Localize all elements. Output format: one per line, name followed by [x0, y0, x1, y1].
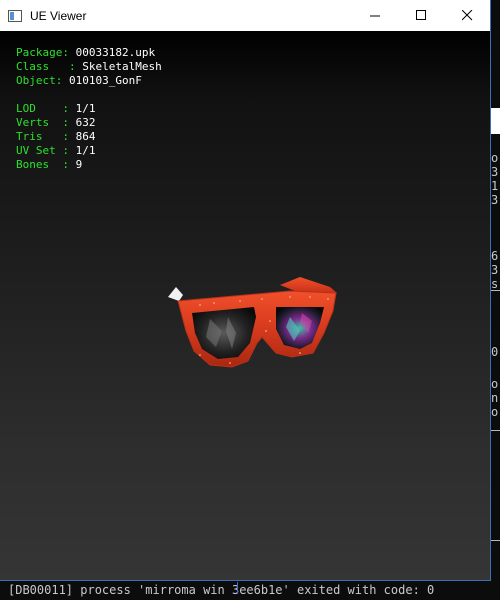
- close-icon: [461, 10, 472, 21]
- console-char: s: [491, 277, 499, 291]
- ue-viewer-window: UE Viewer Package: 00033182.upk Class : …: [0, 0, 490, 594]
- minimize-button[interactable]: [352, 0, 398, 31]
- text-cursor-mark: [237, 582, 238, 594]
- console-char: 3: [491, 193, 499, 207]
- console-char: o: [491, 151, 499, 165]
- background-console-titlebar: [490, 108, 500, 134]
- window-title: UE Viewer: [30, 8, 87, 23]
- scrollbar-line: [490, 430, 500, 431]
- app-window-icon: [8, 9, 22, 22]
- console-char: n: [491, 391, 499, 405]
- console-char: 1: [491, 179, 499, 193]
- viewport[interactable]: Package: 00033182.upk Class : SkeletalMe…: [0, 31, 490, 594]
- console-output-line: [DB00011] process 'mirroma win 3ee6b1e' …: [8, 583, 435, 597]
- maximize-icon: [415, 10, 426, 20]
- close-button[interactable]: [444, 0, 490, 31]
- maximize-button[interactable]: [398, 0, 444, 31]
- minimize-icon: [369, 15, 380, 17]
- window-controls: [352, 0, 490, 31]
- scrollbar-line: [490, 540, 500, 541]
- console-char: 3: [491, 165, 499, 179]
- console-char: 6: [491, 249, 499, 263]
- titlebar[interactable]: UE Viewer: [0, 0, 490, 31]
- sunglasses-model[interactable]: [0, 31, 490, 580]
- left-temple-tip: [168, 287, 183, 301]
- console-char: 0: [491, 345, 499, 359]
- console-char: o: [491, 405, 499, 419]
- console-char: o: [491, 377, 499, 391]
- console-char: 3: [491, 263, 499, 277]
